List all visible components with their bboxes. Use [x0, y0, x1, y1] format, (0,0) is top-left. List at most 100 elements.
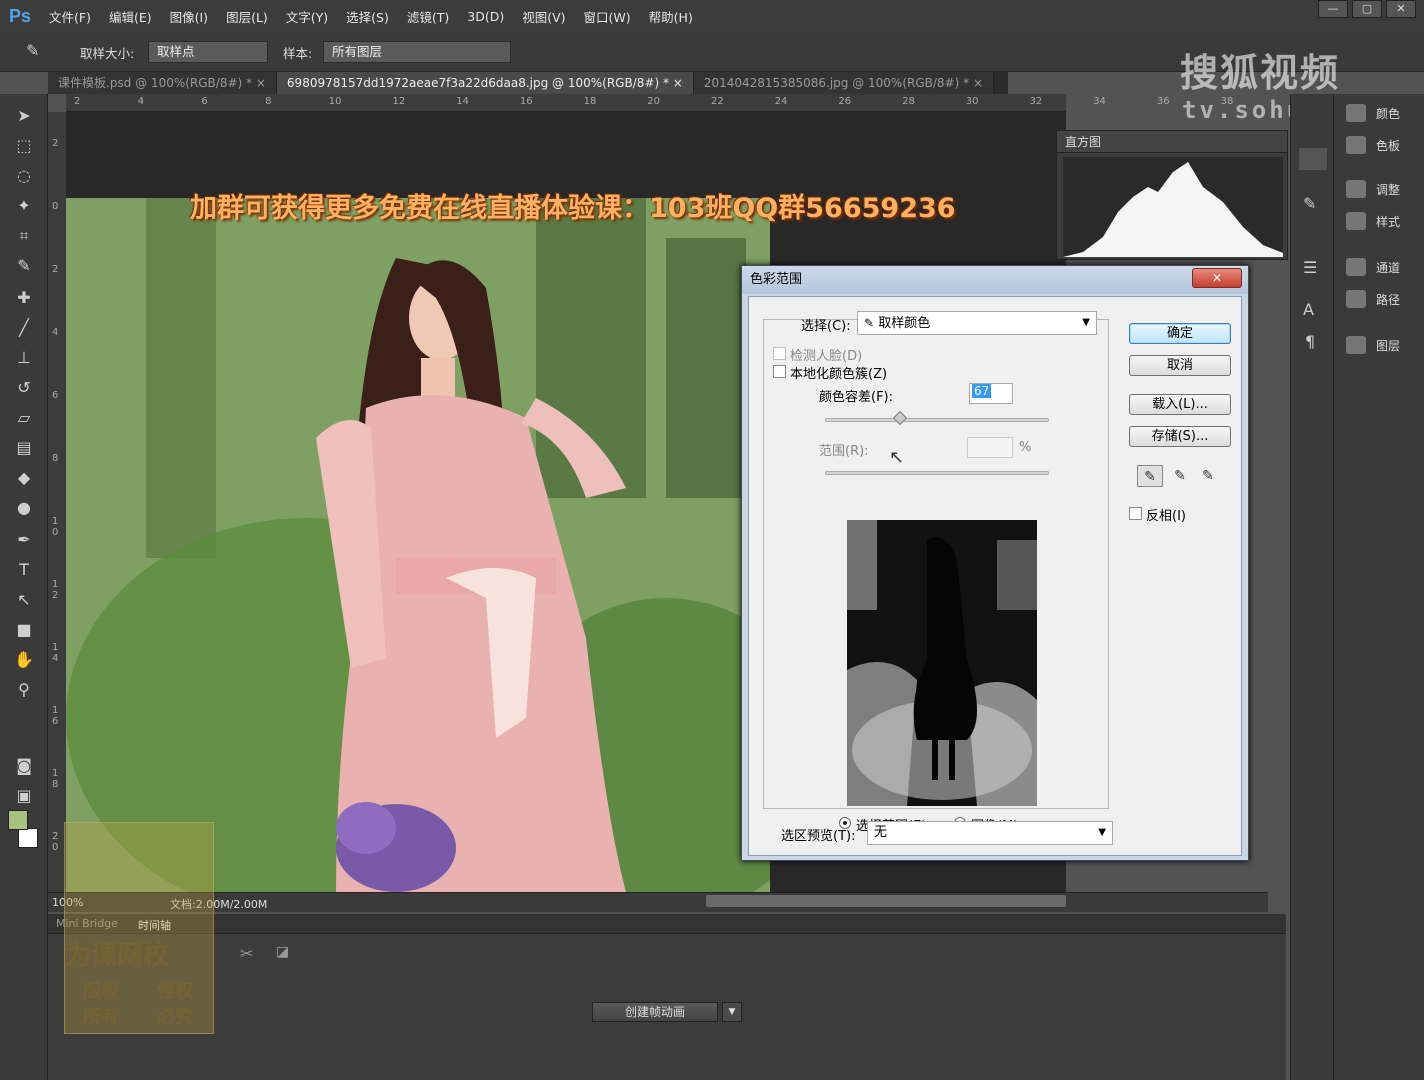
create-frame-animation-button[interactable]: 创建帧动画 [592, 1002, 718, 1022]
cancel-button[interactable]: 取消 [1129, 355, 1231, 376]
close-tab-icon[interactable]: × [256, 76, 266, 90]
history-brush-icon[interactable]: ↺ [12, 376, 36, 400]
range-slider-track[interactable] [825, 471, 1049, 475]
gradient-tool-icon[interactable]: ▤ [12, 436, 36, 460]
tab-doc-1[interactable]: 课件模板.psd @ 100%(RGB/8#) * × [48, 72, 277, 94]
tools-panel: ➤ ⬚ ◌ ✦ ⌗ ✎ ✚ ╱ ⊥ ↺ ▱ ▤ ◆ ● ✒ T ↖ ■ ✋ ⚲ … [0, 94, 48, 1080]
window-controls: — ▢ ✕ [1318, 0, 1416, 18]
selection-preview-value: 无 [874, 825, 888, 840]
ok-button[interactable]: 确定 [1129, 323, 1231, 344]
localized-clusters-checkbox[interactable] [773, 365, 786, 378]
tab-doc-2[interactable]: 6980978157dd1972aeae7f3a22d6daa8.jpg @ 1… [276, 72, 694, 94]
styles-panel-item[interactable]: 样式 [1346, 212, 1400, 230]
eyedropper-plus-icon[interactable]: ✎ [1167, 465, 1193, 487]
background-color-swatch[interactable] [18, 828, 38, 848]
shape-tool-icon[interactable]: ■ [12, 618, 36, 642]
adjust-panel-icon[interactable]: ☰ [1303, 258, 1317, 277]
stamp-tool-icon[interactable]: ⊥ [12, 346, 36, 370]
color-range-dialog: 色彩范围 ✕ 选择(C): ✎ 取样颜色 ▼ 检测人脸(D) 本地化颜色簇(Z)… [741, 265, 1249, 861]
crop-tool-icon[interactable]: ⌗ [12, 224, 36, 248]
close-window-button[interactable]: ✕ [1386, 0, 1416, 18]
range-input[interactable] [967, 437, 1013, 458]
scissors-icon[interactable]: ✂ [240, 944, 253, 963]
sample-size-select[interactable]: 取样点 [148, 41, 268, 63]
histogram-panel-icon[interactable] [1299, 148, 1327, 170]
pen-tool-icon[interactable]: ✒ [12, 528, 36, 552]
paragraph-panel-icon[interactable]: ¶ [1305, 332, 1315, 351]
ruler-tick-label: 1 8 [52, 768, 59, 790]
eyedropper-minus-icon[interactable]: ✎ [1195, 465, 1221, 487]
menu-layer[interactable]: 图层(L) [217, 7, 277, 26]
minimize-button[interactable]: — [1318, 0, 1348, 18]
blur-tool-icon[interactable]: ◆ [12, 466, 36, 490]
fuzziness-input[interactable]: 67 [969, 383, 1013, 404]
menu-file[interactable]: 文件(F) [40, 7, 100, 26]
menu-3d[interactable]: 3D(D) [458, 9, 513, 24]
menu-image[interactable]: 图像(I) [161, 7, 217, 26]
sample-size-label: 取样大小: [80, 46, 135, 61]
move-tool-icon[interactable]: ➤ [12, 104, 36, 128]
menu-view[interactable]: 视图(V) [513, 7, 574, 26]
healing-tool-icon[interactable]: ✚ [12, 286, 36, 310]
detect-faces-checkbox[interactable] [773, 347, 786, 360]
lasso-tool-icon[interactable]: ◌ [12, 164, 36, 188]
document-photo[interactable] [66, 198, 770, 892]
load-button[interactable]: 载入(L)... [1129, 394, 1231, 415]
close-tab-icon[interactable]: × [973, 76, 983, 90]
tab-doc-3[interactable]: 2014042815385086.jpg @ 100%(RGB/8#) * × [693, 72, 994, 94]
ruler-tick-label: 10 [328, 96, 342, 107]
brush-tool-icon[interactable]: ╱ [12, 316, 36, 340]
school-watermark-stamp: 为课网校 版权 侵权 所有 必究 [64, 822, 214, 1034]
panel-label: 通道 [1376, 260, 1401, 275]
zoom-tool-icon[interactable]: ⚲ [12, 678, 36, 702]
stamp-text: 必究 [157, 1007, 193, 1028]
marquee-tool-icon[interactable]: ⬚ [12, 134, 36, 158]
close-icon[interactable]: ✕ [1192, 268, 1242, 288]
styles-icon [1346, 212, 1366, 230]
foreground-color-swatch[interactable] [8, 810, 28, 830]
dodge-tool-icon[interactable]: ● [12, 496, 36, 520]
quick-mask-icon[interactable]: ◙ [12, 754, 36, 778]
ruler-horizontal: 2 4 6 8 10 12 14 16 18 20 22 24 26 28 30 32 34 36 38 [66, 94, 1233, 112]
menu-help[interactable]: 帮助(H) [640, 7, 702, 26]
menu-filter[interactable]: 滤镜(T) [398, 7, 458, 26]
promo-banner-text: 加群可获得更多免费在线直播体验课：103班QQ群56659236 [190, 193, 956, 224]
fuzziness-slider-track[interactable] [825, 418, 1049, 422]
menu-edit[interactable]: 编辑(E) [100, 7, 161, 26]
layers-panel-item[interactable]: 图层 [1346, 336, 1400, 354]
eraser-tool-icon[interactable]: ▱ [12, 406, 36, 430]
menu-window[interactable]: 窗口(W) [575, 7, 640, 26]
close-tab-icon[interactable]: × [673, 76, 683, 90]
select-combo[interactable]: ✎ 取样颜色 ▼ [857, 311, 1097, 335]
invert-checkbox[interactable] [1129, 507, 1142, 520]
eyedropper-icon[interactable]: ✎ [26, 41, 39, 60]
chevron-down-icon: ▼ [1082, 317, 1090, 328]
type-tool-icon[interactable]: T [12, 558, 36, 582]
menu-type[interactable]: 文字(Y) [277, 7, 337, 26]
horizontal-scrollbar[interactable] [706, 895, 1066, 907]
swatches-panel-item[interactable]: 色板 [1346, 136, 1400, 154]
eyedropper-icon[interactable]: ✎ [1137, 465, 1163, 487]
screen-mode-icon[interactable]: ▣ [12, 784, 36, 808]
save-button[interactable]: 存储(S)... [1129, 426, 1231, 447]
chevron-down-icon[interactable]: ▼ [722, 1002, 742, 1022]
character-panel-icon[interactable]: A [1303, 300, 1314, 319]
sohu-watermark: 搜狐视频 [1180, 51, 1341, 95]
ruler-tick-label: 8 [265, 96, 272, 107]
selection-preview-combo[interactable]: 无 ▼ [867, 821, 1113, 845]
eyedropper-tool-icon[interactable]: ✎ [12, 254, 36, 278]
color-panel-item[interactable]: 颜色 [1346, 104, 1400, 122]
channels-panel-item[interactable]: 通道 [1346, 258, 1400, 276]
hand-tool-icon[interactable]: ✋ [12, 648, 36, 672]
adjustments-panel-item[interactable]: 调整 [1346, 180, 1400, 198]
menu-select[interactable]: 选择(S) [337, 7, 398, 26]
paths-panel-item[interactable]: 路径 [1346, 290, 1400, 308]
ruler-tick-label: 24 [774, 96, 788, 107]
sample-select[interactable]: 所有图层 [323, 41, 511, 63]
magic-wand-tool-icon[interactable]: ✦ [12, 194, 36, 218]
transition-icon[interactable]: ◪ [276, 944, 289, 960]
brush-panel-icon[interactable]: ✎ [1303, 194, 1316, 213]
maximize-button[interactable]: ▢ [1352, 0, 1382, 18]
path-select-icon[interactable]: ↖ [12, 588, 36, 612]
ruler-tick-label: 16 [519, 96, 533, 107]
